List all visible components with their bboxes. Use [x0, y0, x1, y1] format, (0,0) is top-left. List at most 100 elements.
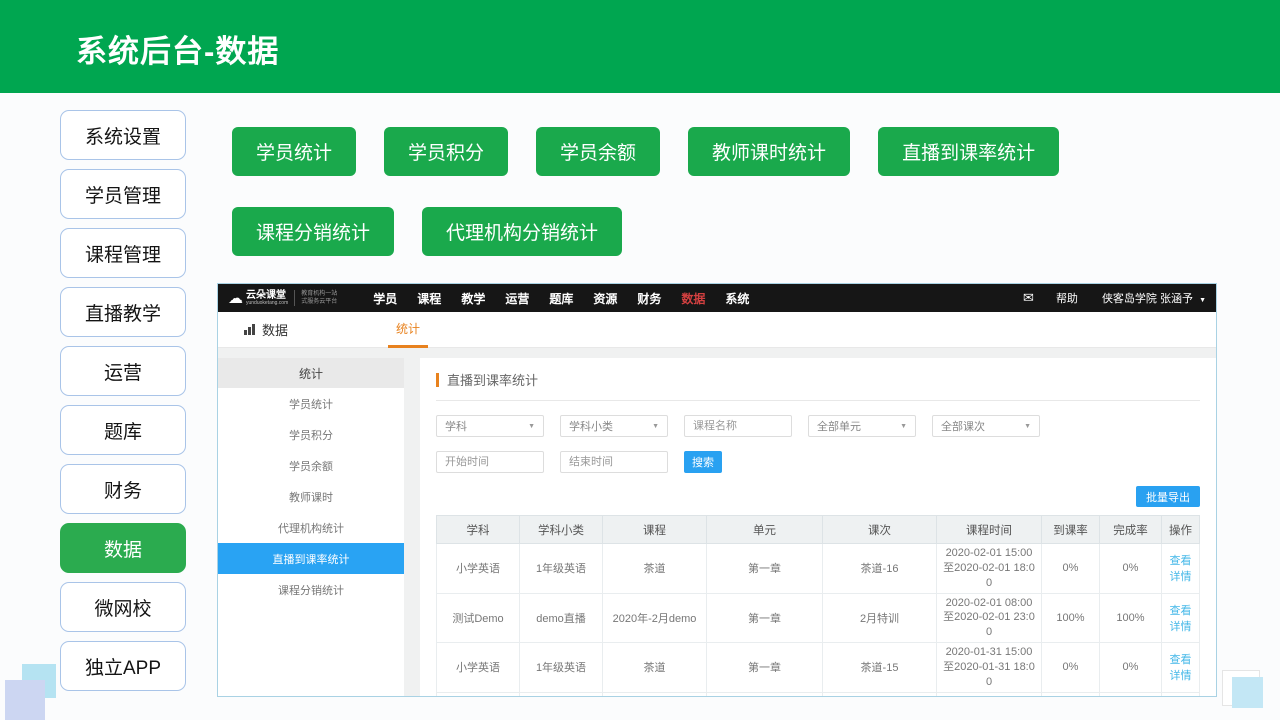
col-subject: 学科	[437, 516, 520, 544]
panel-title: 直播到课率统计	[436, 370, 1200, 401]
col-course-time: 课程时间	[937, 516, 1042, 544]
student-points-button[interactable]: 学员积分	[384, 127, 508, 176]
logo-domain: yunduoketang.com	[246, 301, 288, 307]
admin-topnav-menu: 学员 课程 教学 运营 题库 资源 财务 数据 系统	[363, 290, 759, 307]
attendance-stats-table: 学科 学科小类 课程 单元 课次 课程时间 到课率 完成率 操作	[436, 515, 1200, 697]
table-row: 小学英语 1年级英语 寒假辅导 第一章 寒假辅导-5 2020-01-31 09…	[437, 692, 1200, 697]
section-title: 数据	[262, 320, 288, 339]
unit-select[interactable]: 全部单元 ▼	[808, 415, 916, 437]
lesson-select[interactable]: 全部课次 ▼	[932, 415, 1040, 437]
sidebar-item-live-teaching[interactable]: 直播教学	[60, 287, 186, 337]
subnav-item-student-stats[interactable]: 学员统计	[218, 388, 404, 419]
topnav-item-teaching[interactable]: 教学	[451, 290, 495, 307]
account-menu[interactable]: 侠客岛学院 张涵予 ▼	[1102, 290, 1206, 306]
subnav-item-student-balance[interactable]: 学员余额	[218, 450, 404, 481]
cloud-icon: ☁	[228, 291, 243, 306]
topnav-item-resources[interactable]: 资源	[583, 290, 627, 307]
sidebar-item-system-settings[interactable]: 系统设置	[60, 110, 186, 160]
search-button[interactable]: 搜索	[684, 451, 722, 473]
table-row: 测试Demo demo直播 2020年-2月demo 第一章 2月特训 2020…	[437, 593, 1200, 643]
batch-export-button[interactable]: 批量导出	[1136, 486, 1200, 507]
subnav-header: 统计	[218, 358, 404, 388]
sidebar-item-question-bank[interactable]: 题库	[60, 405, 186, 455]
col-unit: 单元	[707, 516, 823, 544]
subcategory-select[interactable]: 学科小类 ▼	[560, 415, 668, 437]
stats-main-panel: 直播到课率统计 学科 ▼ 学科小类 ▼ 全部单元 ▼	[420, 358, 1216, 697]
title-accent-bar	[436, 373, 439, 387]
subnav-item-teacher-hours[interactable]: 教师课时	[218, 481, 404, 512]
admin-topnav-right: ✉ 帮助 侠客岛学院 张涵予 ▼	[1023, 290, 1206, 306]
live-attendance-stats-button[interactable]: 直播到课率统计	[878, 127, 1059, 176]
sidebar-item-standalone-app[interactable]: 独立APP	[60, 641, 186, 691]
agency-distribution-stats-button[interactable]: 代理机构分销统计	[422, 207, 622, 256]
topnav-item-operations[interactable]: 运营	[495, 290, 539, 307]
start-time-input[interactable]	[436, 451, 544, 473]
col-lesson: 课次	[823, 516, 937, 544]
sidebar: 系统设置 学员管理 课程管理 直播教学 运营 题库 财务 数据 微网校 独立AP…	[60, 110, 186, 700]
sidebar-item-operations[interactable]: 运营	[60, 346, 186, 396]
account-name: 侠客岛学院 张涵予	[1102, 293, 1193, 305]
filter-row-2: 搜索	[436, 451, 1200, 473]
page-title: 系统后台-数据	[76, 26, 279, 71]
table-row: 小学英语 1年级英语 茶道 第一章 茶道-16 2020-02-01 15:00…	[437, 544, 1200, 594]
app-logo[interactable]: ☁ 云朵课堂 yunduoketang.com 教育机构一站 式服务云平台	[228, 290, 337, 307]
export-row: 批量导出	[436, 486, 1200, 507]
tab-statistics[interactable]: 统计	[386, 312, 430, 348]
decorative-square	[5, 680, 45, 720]
chevron-down-icon: ▼	[528, 423, 535, 430]
course-name-input[interactable]	[684, 415, 792, 437]
active-tab-underline	[388, 345, 428, 348]
stats-subnav: 统计 学员统计 学员积分 学员余额 教师课时 代理机构统计 直播到课率统计 课程…	[218, 358, 404, 697]
col-subcategory: 学科小类	[520, 516, 603, 544]
teacher-hours-stats-button[interactable]: 教师课时统计	[688, 127, 850, 176]
topnav-item-system[interactable]: 系统	[715, 290, 759, 307]
table-header-row: 学科 学科小类 课程 单元 课次 课程时间 到课率 完成率 操作	[437, 516, 1200, 544]
view-details-link[interactable]: 查看详情	[1170, 555, 1192, 583]
col-course: 课程	[603, 516, 707, 544]
col-actions: 操作	[1162, 516, 1200, 544]
subnav-item-live-attendance-stats[interactable]: 直播到课率统计	[218, 543, 404, 574]
help-link[interactable]: 帮助	[1056, 290, 1078, 306]
col-attendance-rate: 到课率	[1042, 516, 1100, 544]
decorative-square	[1232, 677, 1263, 708]
course-distribution-stats-button[interactable]: 课程分销统计	[232, 207, 394, 256]
subnav-item-student-points[interactable]: 学员积分	[218, 419, 404, 450]
view-details-link[interactable]: 查看详情	[1170, 654, 1192, 682]
admin-screenshot-panel: ☁ 云朵课堂 yunduoketang.com 教育机构一站 式服务云平台 学员…	[217, 283, 1217, 697]
table-row: 小学英语 1年级英语 茶道 第一章 茶道-15 2020-01-31 15:00…	[437, 643, 1200, 693]
sidebar-item-student-mgmt[interactable]: 学员管理	[60, 169, 186, 219]
topnav-item-finance[interactable]: 财务	[627, 290, 671, 307]
admin-tabbar: 数据 统计	[218, 312, 1216, 348]
student-balance-button[interactable]: 学员余额	[536, 127, 660, 176]
logo-tagline-line1: 教育机构一站	[301, 290, 337, 298]
sidebar-item-data[interactable]: 数据	[60, 523, 186, 573]
view-details-link[interactable]: 查看详情	[1170, 605, 1192, 633]
bar-chart-icon	[244, 324, 255, 335]
mail-icon[interactable]: ✉	[1023, 290, 1034, 306]
logo-tagline-line2: 式服务云平台	[301, 298, 337, 306]
topnav-item-data[interactable]: 数据	[671, 290, 715, 307]
chevron-down-icon: ▼	[652, 423, 659, 430]
page: 系统后台-数据 系统设置 学员管理 课程管理 直播教学 运营 题库 财务 数据 …	[0, 0, 1280, 720]
filter-row-1: 学科 ▼ 学科小类 ▼ 全部单元 ▼ 全部课次 ▼	[436, 415, 1200, 437]
sidebar-item-micro-school[interactable]: 微网校	[60, 582, 186, 632]
student-stats-button[interactable]: 学员统计	[232, 127, 356, 176]
chevron-down-icon: ▼	[900, 423, 907, 430]
topnav-item-students[interactable]: 学员	[363, 290, 407, 307]
sidebar-item-finance[interactable]: 财务	[60, 464, 186, 514]
topnav-item-question-bank[interactable]: 题库	[539, 290, 583, 307]
quick-buttons-row2: 课程分销统计 代理机构分销统计	[232, 207, 622, 256]
quick-buttons-row1: 学员统计 学员积分 学员余额 教师课时统计 直播到课率统计	[232, 127, 1059, 176]
subnav-item-course-distribution-stats[interactable]: 课程分销统计	[218, 574, 404, 605]
sidebar-item-course-mgmt[interactable]: 课程管理	[60, 228, 186, 278]
col-completion-rate: 完成率	[1100, 516, 1162, 544]
admin-topnav: ☁ 云朵课堂 yunduoketang.com 教育机构一站 式服务云平台 学员…	[218, 284, 1216, 312]
admin-body: 统计 学员统计 学员积分 学员余额 教师课时 代理机构统计 直播到课率统计 课程…	[218, 348, 1216, 697]
subject-select[interactable]: 学科 ▼	[436, 415, 544, 437]
section-label: 数据	[244, 320, 288, 339]
subnav-item-agency-stats[interactable]: 代理机构统计	[218, 512, 404, 543]
end-time-input[interactable]	[560, 451, 668, 473]
chevron-down-icon: ▼	[1024, 423, 1031, 430]
chevron-down-icon: ▼	[1199, 297, 1206, 304]
topnav-item-courses[interactable]: 课程	[407, 290, 451, 307]
